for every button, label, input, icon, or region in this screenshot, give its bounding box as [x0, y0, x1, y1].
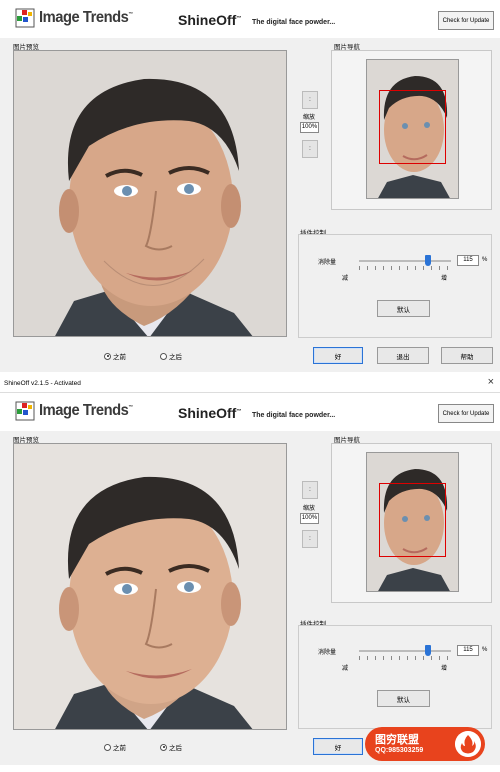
slider-min-label: 减 — [342, 276, 349, 282]
check-for-update-button[interactable]: Check for Update — [438, 404, 494, 423]
header-bar: Image Trends™ ShineOff™ The digital face… — [0, 393, 500, 431]
brand-name: Image Trends™ — [39, 402, 133, 419]
tagline: The digital face powder... — [252, 19, 336, 26]
zoom-in-button[interactable]: : — [302, 91, 318, 109]
radio-after[interactable]: 之后 — [160, 742, 182, 752]
radio-after-dot — [160, 743, 167, 751]
image-preview — [13, 443, 287, 730]
amount-slider-thumb[interactable] — [425, 255, 431, 266]
product-name: ShineOff™ — [178, 405, 242, 421]
zoom-value: 100% — [300, 513, 319, 524]
plugin-control-group — [298, 625, 492, 729]
navigator-viewport-rect[interactable] — [379, 483, 446, 557]
exit-button[interactable]: 退出 — [377, 347, 429, 364]
radio-before-dot — [104, 352, 111, 360]
shineoff-dialog-before: Image Trends™ ShineOff™ The digital face… — [0, 0, 500, 372]
image-preview — [13, 50, 287, 337]
amount-value-input[interactable]: 115 — [457, 645, 479, 656]
amount-unit: % — [482, 257, 488, 263]
ok-button[interactable]: 好 — [313, 347, 363, 364]
radio-before[interactable]: 之前 — [104, 351, 126, 361]
product-name: ShineOff™ — [178, 12, 242, 28]
radio-after-dot — [160, 352, 167, 360]
flame-icon — [455, 731, 481, 757]
slider-ticks — [359, 266, 451, 270]
radio-before-label: 之前 — [113, 354, 126, 361]
navigator-viewport-rect[interactable] — [379, 90, 446, 164]
amount-value-input[interactable]: 115 — [457, 255, 479, 266]
zoom-out-button[interactable]: : — [302, 140, 318, 158]
amount-slider-track[interactable] — [359, 650, 451, 652]
header-bar: Image Trends™ ShineOff™ The digital face… — [0, 0, 500, 38]
face-photo-preview — [14, 444, 286, 729]
radio-after[interactable]: 之后 — [160, 351, 182, 361]
zoom-label: 缩放 — [303, 506, 316, 512]
slider-max-label: 增 — [441, 666, 448, 672]
check-for-update-button[interactable]: Check for Update — [438, 11, 494, 30]
window-titlebar: ShineOff v2.1.5 - Activated × — [0, 374, 500, 393]
zoom-label: 缩放 — [303, 115, 316, 121]
radio-before[interactable]: 之前 — [104, 742, 126, 752]
image-trends-logo-icon — [15, 401, 35, 421]
image-navigator[interactable] — [331, 443, 492, 603]
default-button[interactable]: 默认 — [377, 690, 430, 707]
navigator-thumbnail — [366, 59, 459, 199]
slider-min-label: 减 — [342, 666, 349, 672]
image-navigator[interactable] — [331, 50, 492, 210]
amount-label: 消除量 — [318, 650, 337, 656]
zoom-value: 100% — [300, 122, 319, 133]
help-button[interactable]: 帮助 — [441, 347, 493, 364]
navigator-thumbnail — [366, 452, 459, 592]
radio-before-label: 之前 — [113, 745, 126, 752]
radio-after-label: 之后 — [169, 354, 182, 361]
zoom-in-button[interactable]: : — [302, 481, 318, 499]
radio-before-dot — [104, 743, 111, 751]
default-button[interactable]: 默认 — [377, 300, 430, 317]
brand-name: Image Trends™ — [39, 9, 133, 26]
tagline: The digital face powder... — [252, 412, 336, 419]
image-trends-logo-icon — [15, 8, 35, 28]
window-title: ShineOff v2.1.5 - Activated — [4, 380, 81, 387]
shineoff-dialog-after: Image Trends™ ShineOff™ The digital face… — [0, 393, 500, 765]
slider-max-label: 增 — [441, 276, 448, 282]
slider-ticks — [359, 656, 451, 660]
plugin-control-group — [298, 234, 492, 338]
zoom-out-button[interactable]: : — [302, 530, 318, 548]
watermark-badge: 图穷联盟 QQ:985303259 — [365, 727, 485, 761]
watermark-qq: QQ:985303259 — [375, 747, 424, 754]
amount-unit: % — [482, 647, 488, 653]
amount-slider-thumb[interactable] — [425, 645, 431, 656]
close-icon[interactable]: × — [488, 376, 494, 388]
face-photo-preview — [14, 51, 286, 336]
amount-label: 消除量 — [318, 260, 337, 266]
watermark-title: 图穷联盟 — [375, 734, 419, 746]
amount-slider-track[interactable] — [359, 260, 451, 262]
ok-button[interactable]: 好 — [313, 738, 363, 755]
radio-after-label: 之后 — [169, 745, 182, 752]
